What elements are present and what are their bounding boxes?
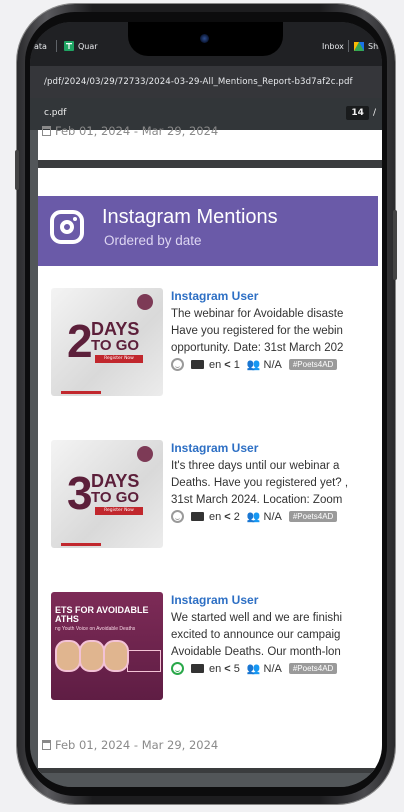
date-range-top: Feb 01, 2024 - Mar 29, 2024 xyxy=(42,124,218,138)
thumb-stripe xyxy=(61,391,101,394)
mention-line: Deaths. Have you registered yet? , xyxy=(171,477,349,489)
instagram-icon xyxy=(50,210,84,244)
mention-meta: en < 2 👥 N/A #Poets4AD xyxy=(171,510,338,523)
logo-icon xyxy=(137,294,153,310)
drive-icon xyxy=(354,41,364,51)
thumb-info-box xyxy=(127,650,161,672)
mention-username[interactable]: Instagram User xyxy=(171,441,258,455)
address-bar[interactable]: /pdf/2024/03/29/72733/2024-03-29-All_Men… xyxy=(30,66,382,98)
speaker-photo xyxy=(103,640,129,672)
page-gap xyxy=(38,160,382,168)
language-icon xyxy=(191,360,204,369)
mention-line: Avoidable Deaths. Our month-lon xyxy=(171,646,341,658)
page-indicator: 14 / xyxy=(346,106,376,120)
neutral-sentiment-icon xyxy=(171,510,184,523)
language-value: en xyxy=(209,662,222,675)
mention-line: The webinar for Avoidable disaste xyxy=(171,308,344,320)
reach-icon: 👥 xyxy=(246,359,261,371)
volume-button xyxy=(15,150,19,190)
tab-shared[interactable]: Sha xyxy=(354,36,382,56)
tab-divider xyxy=(348,40,349,52)
mention-thumbnail[interactable]: 3 DAYS TO GO Register Now xyxy=(51,440,163,548)
thumb-subtitle: ng Youth Voice on Avoidable Deaths xyxy=(55,626,136,632)
notch xyxy=(128,22,283,56)
page-separator: / xyxy=(372,108,376,118)
mention-text: We started well and we are finishi excit… xyxy=(171,610,382,661)
date-range-bottom: Feb 01, 2024 - Mar 29, 2024 xyxy=(42,738,218,752)
tab-inbox[interactable]: Inbox xyxy=(322,36,344,56)
mention-thumbnail[interactable]: ETS FOR AVOIDABLE ATHS ng Youth Voice on… xyxy=(51,592,163,700)
pdf-filename: c.pdf xyxy=(44,108,67,118)
language-icon xyxy=(191,512,204,521)
language-value: en xyxy=(209,510,222,523)
speaker-photo xyxy=(79,640,105,672)
phone-screen: ata Quar Inbox Sha /pdf/2024/03/29/72733… xyxy=(30,22,382,787)
thumb-days: DAYS xyxy=(91,471,140,491)
mention-thumbnail[interactable]: 2 DAYS TO GO Register Now xyxy=(51,288,163,396)
page-gap xyxy=(38,768,382,773)
thumb-stripe xyxy=(61,543,101,546)
thumb-number: 2 xyxy=(67,315,93,367)
positive-sentiment-icon xyxy=(171,662,184,675)
thumb-title: ETS FOR AVOIDABLE ATHS xyxy=(55,605,149,625)
neutral-sentiment-icon xyxy=(171,358,184,371)
hashtag-badge: #Poets4AD xyxy=(288,511,338,522)
shares-count: 2 xyxy=(233,510,240,523)
share-icon: < xyxy=(224,358,231,371)
previous-page-bottom: Feb 01, 2024 - Mar 29, 2024 xyxy=(38,124,382,160)
mention-item: ETS FOR AVOIDABLE ATHS ng Youth Voice on… xyxy=(46,592,382,702)
hashtag-badge: #Poets4AD xyxy=(288,359,338,370)
tab-ata[interactable]: ata xyxy=(34,36,47,56)
mention-line: excited to announce our campaig xyxy=(171,629,341,641)
mention-text: The webinar for Avoidable disaste Have y… xyxy=(171,306,382,357)
tab-divider xyxy=(56,40,57,52)
logo-icon xyxy=(137,446,153,462)
section-subtitle: Ordered by date xyxy=(104,233,202,248)
mention-meta: en < 5 👥 N/A #Poets4AD xyxy=(171,662,338,675)
section-banner: Instagram Mentions Ordered by date xyxy=(38,196,378,266)
share-icon: < xyxy=(224,662,231,675)
power-button xyxy=(393,210,397,280)
mention-item: 3 DAYS TO GO Register Now Instagram User… xyxy=(46,440,382,550)
mention-line: It's three days until our webinar a xyxy=(171,460,340,472)
calendar-icon xyxy=(42,126,51,136)
camera-icon xyxy=(200,34,209,43)
sheets-icon xyxy=(64,41,74,51)
reach-value: N/A xyxy=(263,358,282,371)
shares-count: 5 xyxy=(233,662,240,675)
mention-meta: en < 1 👥 N/A #Poets4AD xyxy=(171,358,338,371)
mention-line: 31st March 2024. Location: Zoom xyxy=(171,494,343,506)
page-number-input[interactable]: 14 xyxy=(346,106,369,120)
speaker-photo xyxy=(55,640,81,672)
mention-line: Have you registered for the webin xyxy=(171,325,343,337)
language-icon xyxy=(191,664,204,673)
tab-quarterly[interactable]: Quar xyxy=(64,36,98,56)
pdf-viewport[interactable]: Feb 01, 2024 - Mar 29, 2024 Instagram Me… xyxy=(30,124,382,787)
reach-value: N/A xyxy=(263,662,282,675)
reach-value: N/A xyxy=(263,510,282,523)
reach-icon: 👥 xyxy=(246,511,261,523)
mention-line: opportunity. Date: 31st March 202 xyxy=(171,342,344,354)
thumb-days: DAYS xyxy=(91,319,140,339)
section-title: Instagram Mentions xyxy=(102,206,278,228)
shares-count: 1 xyxy=(233,358,240,371)
share-icon: < xyxy=(224,510,231,523)
thumb-togo: TO GO xyxy=(91,337,140,354)
mention-item: 2 DAYS TO GO Register Now Instagram User… xyxy=(46,288,382,398)
mention-line: We started well and we are finishi xyxy=(171,612,343,624)
language-value: en xyxy=(209,358,222,371)
reach-icon: 👥 xyxy=(246,663,261,675)
mention-text: It's three days until our webinar a Deat… xyxy=(171,458,382,509)
calendar-icon xyxy=(42,740,51,750)
pdf-page: Instagram Mentions Ordered by date 2 DAY… xyxy=(38,168,382,773)
hashtag-badge: #Poets4AD xyxy=(288,663,338,674)
thumb-register: Register Now xyxy=(95,507,143,515)
thumb-togo: TO GO xyxy=(91,489,140,506)
thumb-number: 3 xyxy=(67,467,93,519)
mention-username[interactable]: Instagram User xyxy=(171,289,258,303)
thumb-register: Register Now xyxy=(95,355,143,363)
mention-username[interactable]: Instagram User xyxy=(171,593,258,607)
